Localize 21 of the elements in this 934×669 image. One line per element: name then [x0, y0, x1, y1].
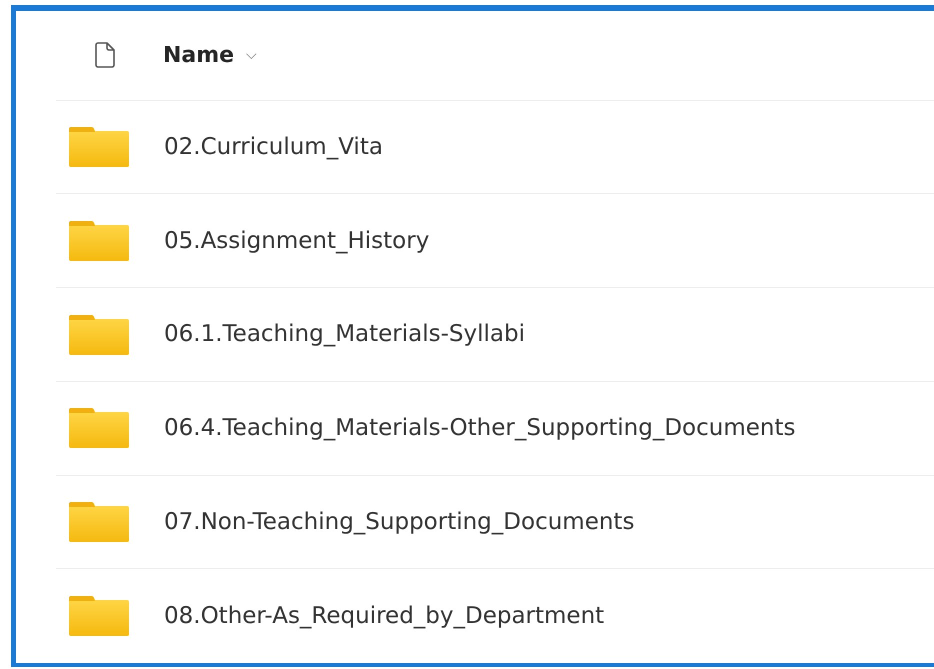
- folder-row[interactable]: 06.4.Teaching_Materials-Other_Supporting_Documents: [56, 382, 934, 476]
- folder-row[interactable]: 02.Curriculum_Vita: [56, 100, 934, 194]
- folder-row[interactable]: 08.Other-As_Required_by_Department: [56, 569, 934, 664]
- folder-name: 06.1.Teaching_Materials-Syllabi: [164, 320, 525, 350]
- folder-row[interactable]: 05.Assignment_History: [56, 194, 934, 288]
- folder-icon: [68, 126, 130, 168]
- folder-icon: [68, 595, 130, 638]
- folder-row[interactable]: 06.1.Teaching_Materials-Syllabi: [56, 288, 934, 382]
- folder-row[interactable]: 07.Non-Teaching_Supporting_Documents: [56, 476, 934, 570]
- folder-name: 05.Assignment_History: [164, 226, 430, 256]
- folder-name: 07.Non-Teaching_Supporting_Documents: [164, 508, 634, 537]
- folder-name: 02.Curriculum_Vita: [164, 132, 383, 162]
- folder-name: 08.Other-As_Required_by_Department: [164, 602, 604, 631]
- folder-icon: [68, 407, 130, 450]
- folder-name: 06.4.Teaching_Materials-Other_Supporting_Documents: [164, 414, 796, 443]
- file-icon: [94, 42, 116, 68]
- folder-icon: [68, 220, 130, 262]
- sort-caret-icon: ⌵: [246, 44, 258, 66]
- folder-icon: [68, 314, 130, 356]
- folder-icon: [68, 500, 130, 543]
- name-column-header[interactable]: Name ⌵: [163, 38, 258, 72]
